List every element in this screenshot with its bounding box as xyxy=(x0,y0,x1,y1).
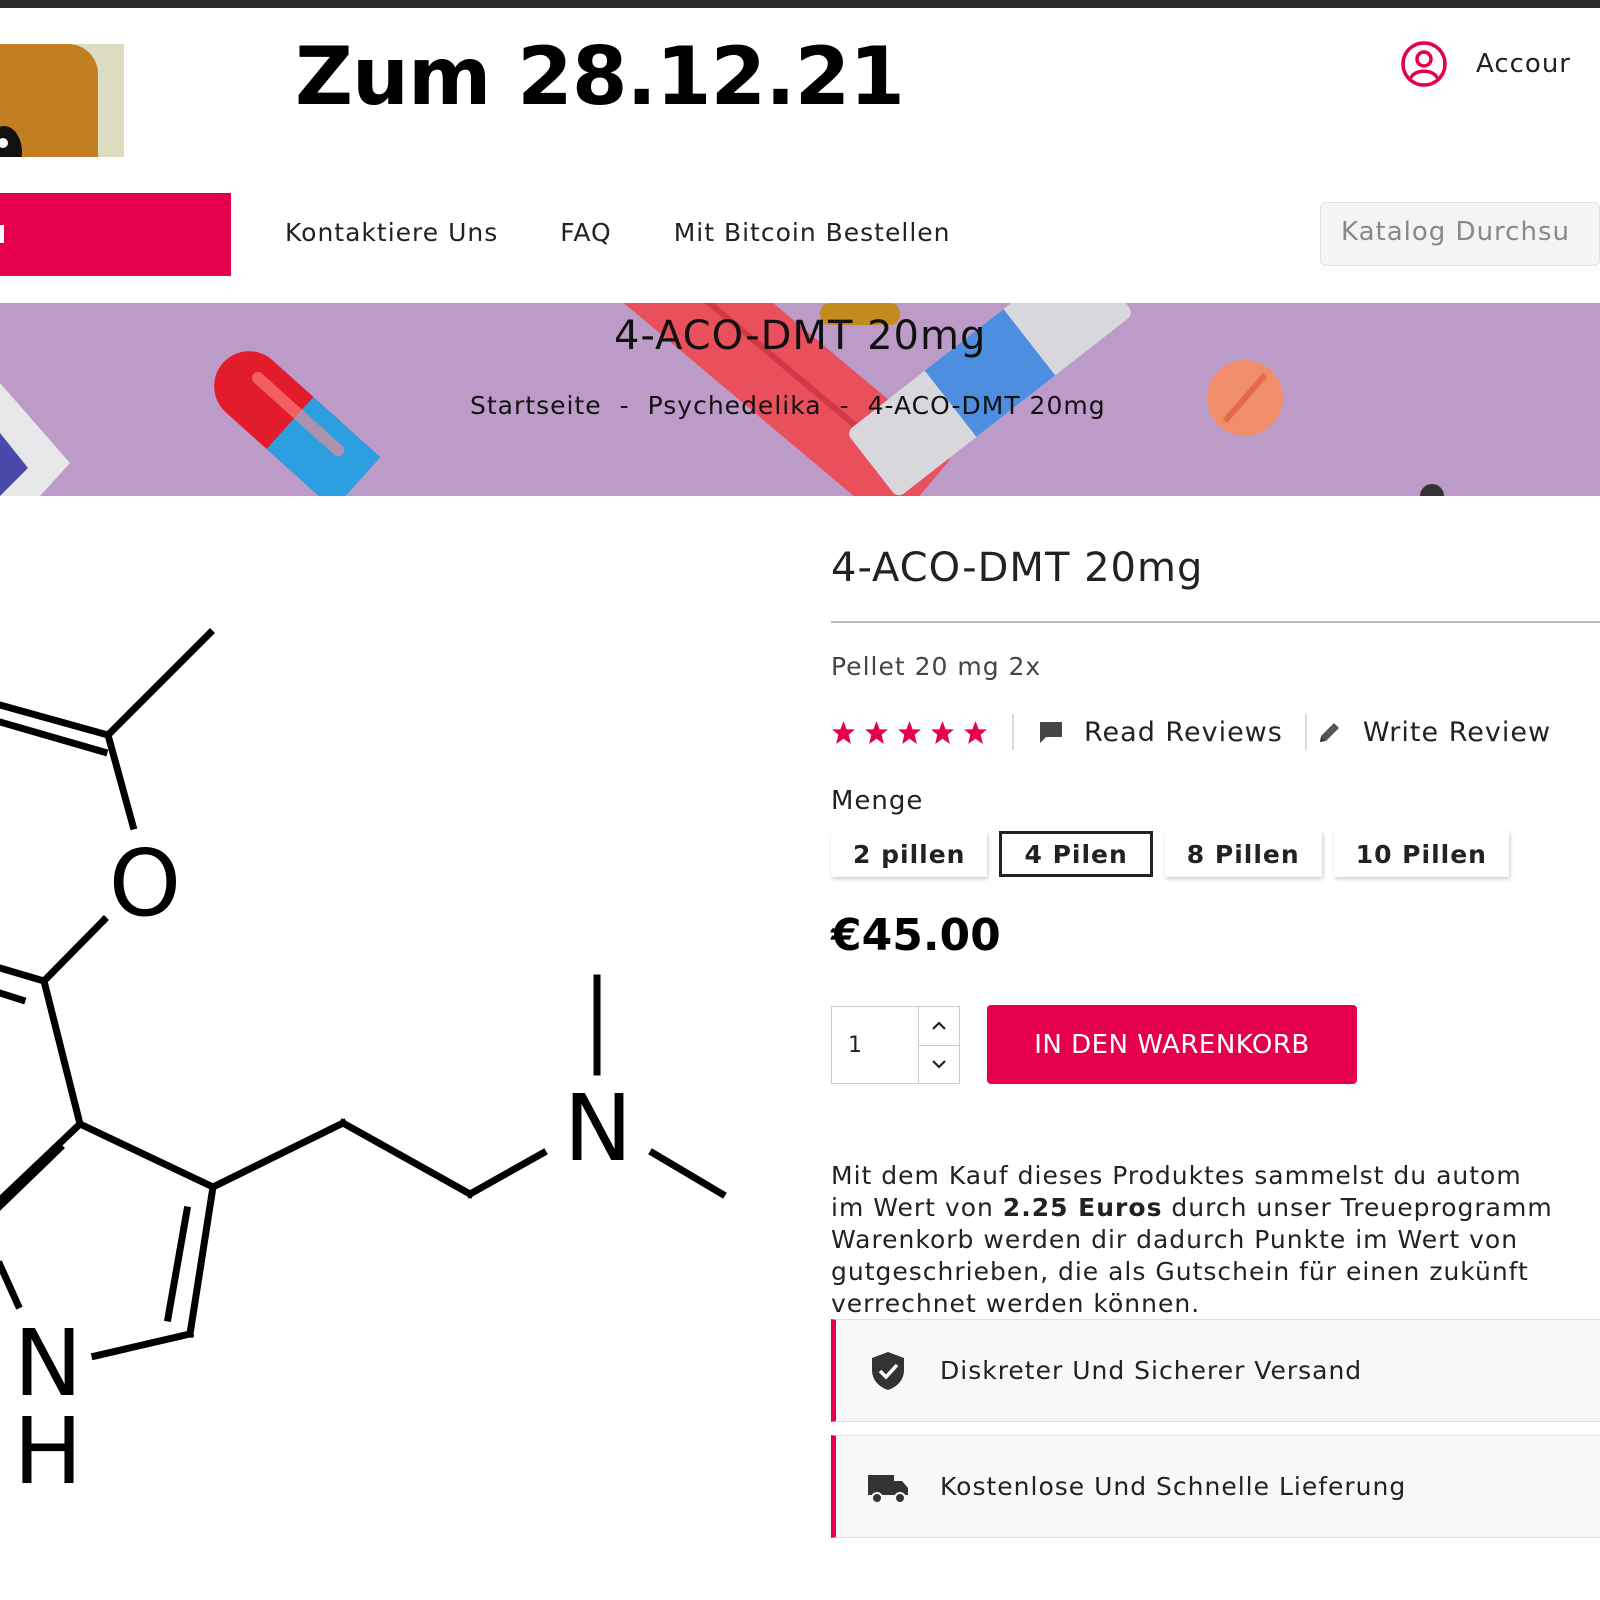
star-icon xyxy=(898,720,921,744)
quantity-stepper xyxy=(831,1006,960,1084)
product-price: €45.00 xyxy=(831,910,1001,961)
loyalty-info: Mit dem Kauf dieses Produktes sammelst d… xyxy=(831,1160,1600,1320)
truck-icon xyxy=(868,1474,908,1504)
add-to-cart-button[interactable]: IN DEN WARENKORB xyxy=(987,1005,1357,1084)
loyalty-amount: 2.25 Euros xyxy=(1002,1193,1163,1222)
breadcrumb-current: 4-ACO-DMT 20mg xyxy=(867,391,1106,420)
browser-top-bar xyxy=(0,0,1600,8)
header-headline: Zum 28.12.21 xyxy=(295,30,905,123)
page-banner: 4-ACO-DMT 20mg Startseite - Psychedelika… xyxy=(0,303,1600,496)
chevron-down-icon xyxy=(932,1060,946,1069)
star-icon xyxy=(964,720,987,744)
comment-icon xyxy=(1040,722,1062,743)
feature-text: Kostenlose Und Schnelle Lieferung xyxy=(940,1472,1407,1501)
breadcrumb-home[interactable]: Startseite xyxy=(470,391,602,420)
chevron-up-icon xyxy=(932,1021,946,1030)
user-circle-icon xyxy=(1401,41,1447,87)
breadcrumb: Startseite - Psychedelika - 4-ACO-DMT 20… xyxy=(470,391,1106,420)
main-nav: Kontaktiere Uns FAQ Mit Bitcoin Bestelle… xyxy=(285,218,951,247)
product-image-molecule[interactable]: O N N H xyxy=(0,530,780,1600)
loyalty-text: im Wert von xyxy=(831,1193,1003,1222)
shield-check-icon xyxy=(872,1351,904,1390)
loyalty-line: im Wert von 2.25 Euros durch unser Treue… xyxy=(831,1192,1600,1224)
atom-label-nitrogen: N xyxy=(564,1075,633,1182)
star-icon xyxy=(931,720,954,744)
variant-options: 2 pillen 4 Pilen 8 Pillen 10 Pillen xyxy=(831,831,1509,877)
nav-link-faq[interactable]: FAQ xyxy=(560,218,611,247)
feature-text: Diskreter Und Sicherer Versand xyxy=(940,1356,1363,1385)
categories-menu-button[interactable] xyxy=(0,193,231,276)
feature-discreet-shipping: Diskreter Und Sicherer Versand xyxy=(831,1319,1600,1422)
product-title: 4-ACO-DMT 20mg xyxy=(831,545,1204,591)
loyalty-line: Warenkorb werden dir dadurch Punkte im W… xyxy=(831,1225,1519,1254)
title-divider xyxy=(831,621,1600,623)
variant-option-4[interactable]: 4 Pilen xyxy=(999,831,1153,877)
review-bar: Read Reviews Write Review xyxy=(831,712,1551,752)
review-separator xyxy=(1304,714,1307,750)
account-link[interactable]: Accour xyxy=(1400,40,1571,88)
feature-free-delivery: Kostenlose Und Schnelle Lieferung xyxy=(831,1435,1600,1538)
site-logo[interactable] xyxy=(0,44,124,157)
rating-stars xyxy=(831,720,988,745)
quantity-variant-label: Menge xyxy=(831,786,924,816)
quantity-decrease-button[interactable] xyxy=(919,1044,959,1084)
nav-link-contact[interactable]: Kontaktiere Uns xyxy=(285,218,498,247)
nav-link-bitcoin[interactable]: Mit Bitcoin Bestellen xyxy=(674,218,951,247)
breadcrumb-separator: - xyxy=(619,391,630,420)
review-separator xyxy=(1012,714,1014,750)
breadcrumb-category[interactable]: Psychedelika xyxy=(648,391,822,420)
pencil-icon xyxy=(1319,723,1339,742)
atom-label-nh-h: H xyxy=(13,1398,82,1505)
banner-title: 4-ACO-DMT 20mg xyxy=(614,313,987,359)
menu-icon-fragment xyxy=(0,225,4,243)
quantity-increase-button[interactable] xyxy=(919,1007,959,1045)
loyalty-line: verrechnet werden können. xyxy=(831,1289,1201,1318)
variant-option-8[interactable]: 8 Pillen xyxy=(1164,831,1322,877)
variant-option-2[interactable]: 2 pillen xyxy=(831,831,988,877)
product-subtitle: Pellet 20 mg 2x xyxy=(831,652,1042,681)
atom-label-oxygen: O xyxy=(109,830,181,937)
star-icon xyxy=(832,720,855,744)
loyalty-line: gutgeschrieben, die als Gutschein für ei… xyxy=(831,1257,1529,1286)
quantity-input[interactable] xyxy=(832,1007,918,1083)
loyalty-line: Mit dem Kauf dieses Produktes sammelst d… xyxy=(831,1161,1522,1190)
account-label: Accour xyxy=(1476,49,1571,79)
variant-option-10[interactable]: 10 Pillen xyxy=(1333,831,1509,877)
read-reviews-link[interactable]: Read Reviews xyxy=(1084,717,1283,748)
quantity-buttons xyxy=(918,1007,959,1083)
star-icon xyxy=(865,720,888,744)
write-review-link[interactable]: Write Review xyxy=(1363,717,1551,748)
loyalty-text: durch unser Treueprogramm xyxy=(1162,1193,1553,1222)
catalog-search-input[interactable]: Katalog Durchsu xyxy=(1320,202,1600,266)
breadcrumb-separator: - xyxy=(839,391,850,420)
